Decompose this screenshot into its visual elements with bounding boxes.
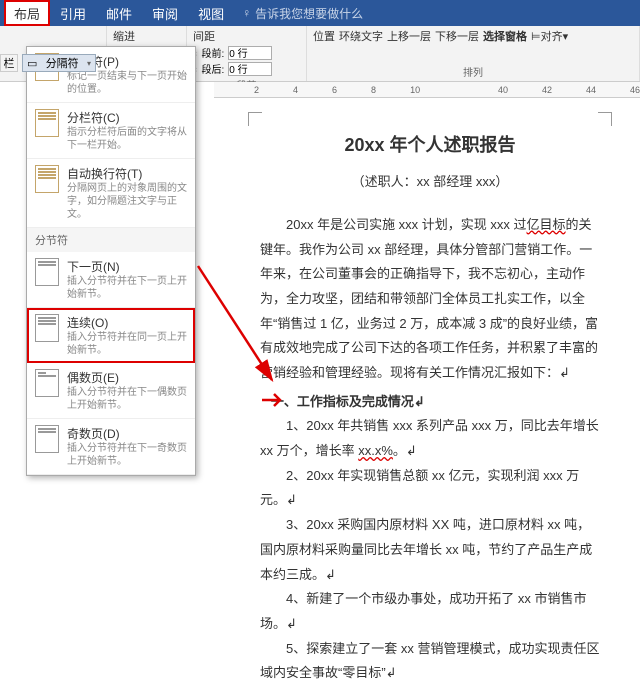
doc-heading-1: 一、工作指标及完成情况↲ [260, 390, 600, 415]
tab-mailings[interactable]: 邮件 [96, 0, 142, 26]
doc-item: 2、20xx 年实现销售总额 xx 亿元，实现利润 xxx 万元。↲ [260, 464, 600, 513]
position-button[interactable]: 位置 [313, 28, 335, 44]
doc-item: 4、新建了一个市级办事处，成功开拓了 xx 市销售市场。↲ [260, 587, 600, 636]
lightbulb-icon: ♀ [242, 6, 251, 20]
doc-item: 5、探索建立了一套 xx 营销管理模式，成功实现责任区域内安全事故“零目标”↲ [260, 637, 600, 686]
align-button[interactable]: ⊨对齐▾ [531, 28, 568, 44]
tab-review[interactable]: 审阅 [142, 0, 188, 26]
even-page-section-item[interactable]: 偶数页(E)插入分节符并在下一偶数页上开始新节。 [27, 363, 195, 419]
next-page-section-item[interactable]: 下一页(N)插入分节符并在下一页上开始新节。 [27, 252, 195, 308]
document-area: 246810 40424446 20xx 年个人述职报告 （述职人：xx 部经理… [214, 82, 640, 573]
tab-view[interactable]: 视图 [188, 0, 234, 26]
breaks-dropdown-menu: 分页符(P)标记一页结束与下一页开始的位置。 分栏符(C)指示分栏符后面的文字将… [26, 46, 196, 476]
wrap-text-button[interactable]: 环绕文字 [339, 28, 383, 44]
doc-item: 3、20xx 采购国内原材料 XX 吨，进口原材料 xx 吨，国内原材料采购量同… [260, 513, 600, 587]
indent-button[interactable]: 缩进 [113, 28, 135, 44]
tell-me-search[interactable]: ♀ 告诉我您想要做什么 [242, 5, 363, 22]
tab-layout[interactable]: 布局 [4, 0, 50, 26]
doc-subtitle: （述职人：xx 部经理 xxx） [260, 170, 600, 195]
doc-title: 20xx 年个人述职报告 [260, 128, 600, 162]
breaks-dropdown-button[interactable]: ▭ 分隔符 ▾ [22, 54, 96, 72]
continuous-section-item[interactable]: 连续(O)插入分节符并在同一页上开始新节。 [27, 308, 195, 363]
send-backward-button[interactable]: 下移一层 [435, 28, 479, 44]
spacing-after-input[interactable] [228, 62, 272, 76]
tab-bar: 布局 引用 邮件 审阅 视图 ♀ 告诉我您想要做什么 [0, 0, 640, 26]
arrange-group-label: 排列 [313, 64, 633, 79]
margin-corner-tr [598, 112, 612, 126]
bring-forward-button[interactable]: 上移一层 [387, 28, 431, 44]
margin-corner-tl [248, 112, 262, 126]
horizontal-ruler[interactable]: 246810 40424446 [214, 82, 640, 98]
text-wrapping-break-item[interactable]: 自动换行符(T)分隔网页上的对象周围的文字，如分隔题注文字与正文。 [27, 159, 195, 228]
spacing-label: 间距 [193, 28, 300, 44]
tab-references[interactable]: 引用 [50, 0, 96, 26]
spacing-before-input[interactable] [228, 46, 272, 60]
breaks-icon: ▭ [27, 57, 37, 70]
document-page[interactable]: 20xx 年个人述职报告 （述职人：xx 部经理 xxx） 20xx 年是公司实… [214, 98, 640, 686]
columns-button[interactable]: 栏 [0, 54, 18, 72]
column-break-item[interactable]: 分栏符(C)指示分栏符后面的文字将从下一栏开始。 [27, 103, 195, 159]
chevron-down-icon: ▾ [87, 59, 91, 68]
doc-paragraph: 20xx 年是公司实施 xxx 计划，实现 xxx 过亿目标的关键年。我作为公司… [260, 213, 600, 386]
selection-pane-button[interactable]: 选择窗格 [483, 28, 527, 44]
section-breaks-label: 分节符 [27, 228, 195, 252]
odd-page-section-item[interactable]: 奇数页(D)插入分节符并在下一奇数页上开始新节。 [27, 419, 195, 475]
doc-item: 1、20xx 年共销售 xxx 系列产品 xxx 万，同比去年增长 xx 万个，… [260, 414, 600, 463]
